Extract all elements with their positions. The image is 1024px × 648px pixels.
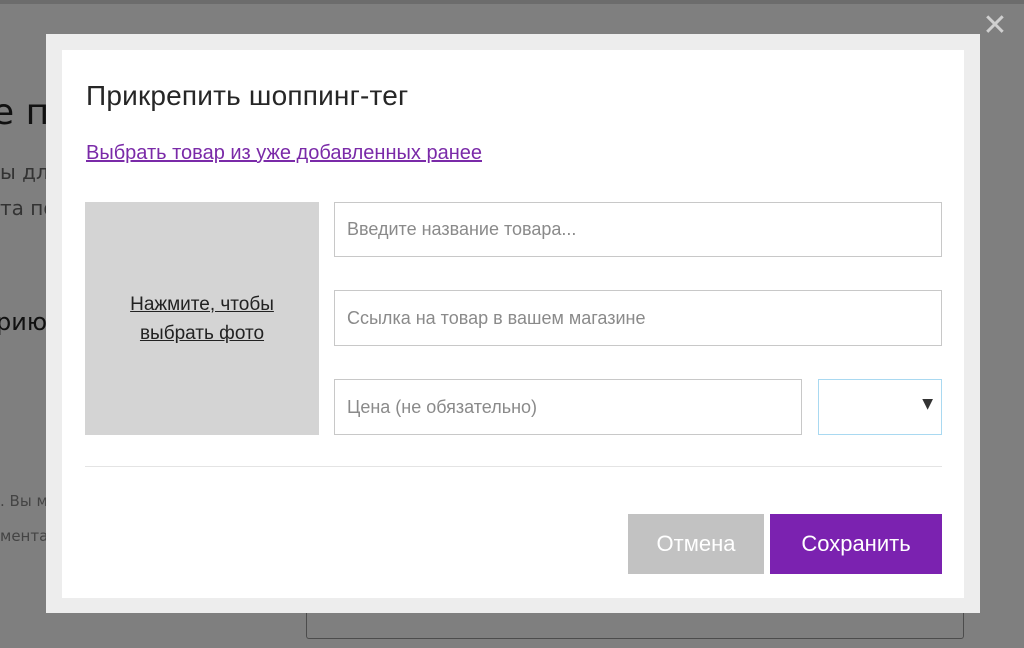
photo-upload-area[interactable]: Нажмите, чтобы выбрать фото <box>85 202 319 435</box>
product-link-input[interactable] <box>334 290 942 346</box>
caret-down-icon: ▼ <box>922 396 933 412</box>
price-input[interactable] <box>334 379 802 435</box>
dialog-divider <box>85 466 942 467</box>
close-icon[interactable]: ✕ <box>982 11 1008 41</box>
save-button[interactable]: Сохранить <box>770 514 942 574</box>
dialog-title: Прикрепить шоппинг-тег <box>86 80 409 111</box>
product-name-input[interactable] <box>334 202 942 257</box>
cancel-button[interactable]: Отмена <box>628 514 764 574</box>
photo-upload-label[interactable]: Нажмите, чтобы выбрать фото <box>112 290 292 348</box>
currency-select[interactable]: ▼ <box>818 379 942 435</box>
shopping-tag-dialog: Прикрепить шоппинг-тег Выбрать товар из … <box>62 50 964 598</box>
choose-existing-product-link[interactable]: Выбрать товар из уже добавленных ранее <box>86 142 482 165</box>
